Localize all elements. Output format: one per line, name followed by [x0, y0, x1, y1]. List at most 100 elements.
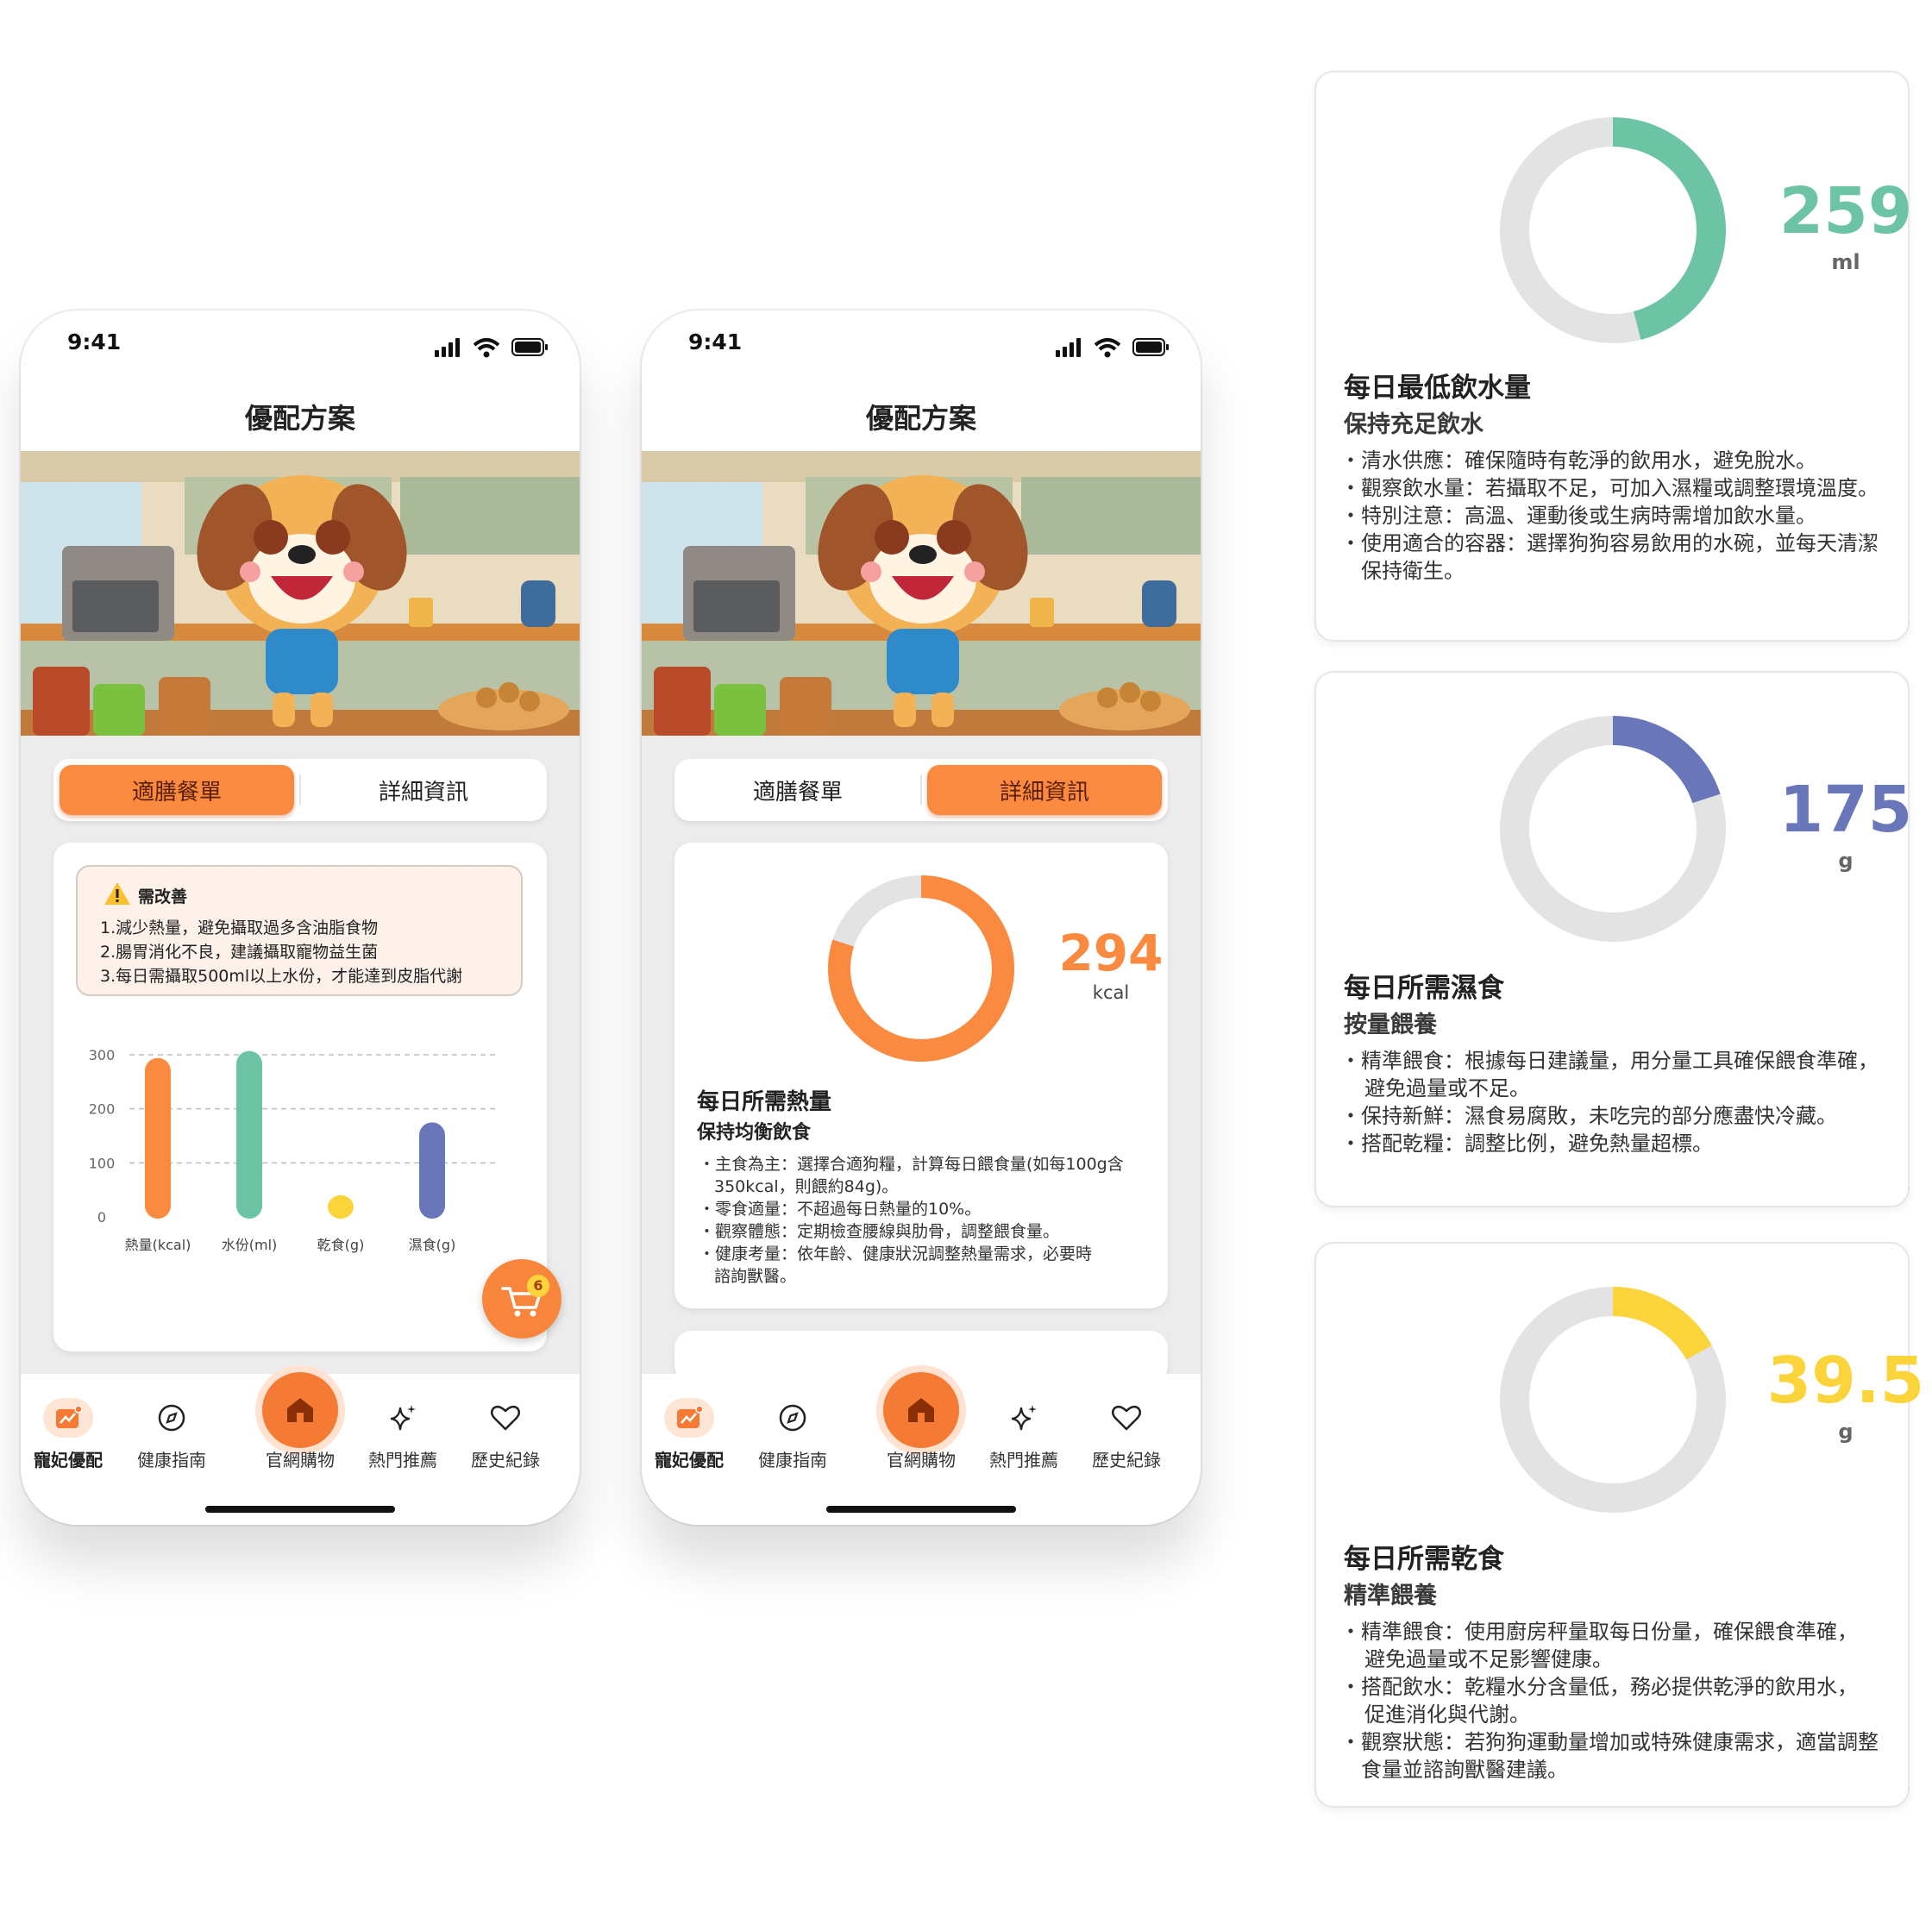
tab-divider — [299, 774, 301, 806]
wetfood-unit: g — [1838, 849, 1854, 873]
sparkle-icon — [378, 1398, 428, 1438]
wetfood-tip-2: ・保持新鮮：濕食易腐敗，未吃完的部分應盡快冷藏。 — [1340, 1104, 1837, 1128]
chart-icon — [664, 1398, 714, 1438]
wetfood-title: 每日所需濕食 — [1344, 973, 1504, 1004]
status-bar: 9:41 — [642, 310, 1201, 379]
bar — [145, 1057, 171, 1219]
calorie-tip-2: ・零食適量：不超過每日熱量的10%。 — [699, 1200, 982, 1219]
nav-item-guide[interactable]: 健康指南 — [745, 1391, 840, 1470]
nav-item-history[interactable]: 歷史紀錄 — [1079, 1391, 1174, 1470]
heart-icon — [480, 1398, 530, 1438]
alert-title: 需改善 — [138, 887, 188, 906]
dryfood-tip-1b: 避免過量或不足影響健康。 — [1364, 1647, 1613, 1671]
phone-details-screen: 9:41 優配方案 適膳餐單 詳細資訊 294 kcal 每日所需熱量 保持均衡… — [642, 310, 1201, 1525]
tab-divider — [920, 774, 922, 806]
nav-label: 歷史紀錄 — [1092, 1450, 1161, 1470]
bar — [328, 1194, 354, 1219]
nav-item-popular[interactable]: 熱門推薦 — [355, 1391, 450, 1470]
calorie-ring: 294 kcal — [826, 874, 1164, 1063]
water-subtitle: 保持充足飲水 — [1344, 411, 1484, 438]
alert-line-1: 1.減少熱量，避免攝取過多含油脂食物 — [100, 919, 379, 937]
wetfood-tip-1b: 避免過量或不足。 — [1364, 1076, 1530, 1100]
y-tick-label: 0 — [97, 1209, 106, 1226]
status-bar: 9:41 — [21, 310, 580, 379]
calorie-tip-1b: 350kcal，則餵約84g)。 — [714, 1177, 899, 1196]
x-tick-label: 乾食(g) — [317, 1237, 365, 1253]
water-title: 每日最低飲水量 — [1344, 373, 1531, 404]
nav-label: 寵妃優配 — [34, 1450, 103, 1470]
dryfood-ring: 39.5 g — [1496, 1283, 1924, 1516]
water-tip-3: ・特別注意：高溫、運動後或生病時需增加飲水量。 — [1340, 504, 1816, 528]
wetfood-value: 175 — [1778, 773, 1913, 847]
cart-count-badge: 6 — [527, 1275, 549, 1297]
x-tick-label: 水份(ml) — [222, 1237, 278, 1253]
nav-item-shop[interactable]: 官網購物 — [253, 1372, 348, 1470]
water-tip-2: ・觀察飲水量：若攝取不足，可加入濕糧或調整環境溫度。 — [1340, 476, 1879, 500]
cart-button[interactable]: 6 — [482, 1259, 561, 1339]
home-indicator — [205, 1506, 395, 1513]
improvement-alert: 需改善 1.減少熱量，避免攝取過多含油脂食物 2.腸胃消化不良，建議攝取寵物益生… — [76, 865, 523, 996]
nav-item-history[interactable]: 歷史紀錄 — [458, 1391, 553, 1470]
tab-details[interactable]: 詳細資訊 — [927, 765, 1162, 815]
water-card: 259 ml 每日最低飲水量 保持充足飲水 ・清水供應：確保隨時有乾淨的飲用水，… — [1314, 71, 1912, 642]
cart-icon — [501, 1287, 542, 1317]
water-ring: 259 ml — [1496, 114, 1912, 347]
tab-details[interactable]: 詳細資訊 — [306, 765, 541, 815]
calorie-tip-4: ・健康考量：依年齡、健康狀況調整熱量需求，必要時 — [699, 1245, 1093, 1263]
y-tick-label: 300 — [89, 1047, 116, 1063]
nav-item-guide[interactable]: 健康指南 — [124, 1391, 219, 1470]
phone-menu-screen: 9:41 優配方案 適膳餐單 詳細資訊 需改善 1.減少熱量，避免攝取過多含油脂… — [21, 310, 580, 1525]
wetfood-tip-3: ・搭配乾糧：調整比例，避免熱量超標。 — [1340, 1132, 1713, 1156]
dryfood-tip-3: ・觀察狀態：若狗狗運動量增加或特殊健康需求，適當調整 — [1340, 1730, 1879, 1754]
water-unit: ml — [1831, 250, 1860, 274]
nav-label: 健康指南 — [137, 1450, 206, 1470]
home-icon — [262, 1372, 338, 1448]
nav-item-popular[interactable]: 熱門推薦 — [976, 1391, 1071, 1470]
x-tick-label: 熱量(kcal) — [125, 1237, 191, 1253]
compass-icon — [768, 1398, 818, 1438]
dryfood-tip-1: ・精準餵食：使用廚房秤量取每日份量，確保餵食準確， — [1340, 1620, 1858, 1644]
hero-illustration — [21, 451, 580, 736]
water-tip-4: ・使用適合的容器：選擇狗狗容易飲用的水碗，並每天清潔 — [1340, 531, 1879, 555]
sparkle-icon — [999, 1398, 1049, 1438]
x-tick-label: 濕食(g) — [409, 1237, 456, 1253]
alert-line-2: 2.腸胃消化不良，建議攝取寵物益生菌 — [100, 943, 379, 962]
dryfood-tip-2: ・搭配飲水：乾糧水分含量低，務必提供乾淨的飲用水， — [1340, 1675, 1858, 1699]
wetfood-card: 175 g 每日所需濕食 按量餵養 ・精準餵食：根據每日建議量，用分量工具確保餵… — [1314, 671, 1912, 1207]
tab-menu[interactable]: 適膳餐單 — [681, 765, 915, 815]
calorie-value: 294 — [1058, 924, 1164, 982]
alert-line-3: 3.每日需攝取500ml以上水份，才能達到皮脂代謝 — [100, 967, 463, 986]
warning-icon — [104, 882, 130, 905]
water-tip-1: ・清水供應：確保隨時有乾淨的飲用水，避免脫水。 — [1340, 448, 1816, 473]
nutrition-bar-chart: 300 200 100 0 熱量(kcal) 水份(ml) 乾食(g) 濕食(g) — [89, 1047, 495, 1253]
calorie-unit: kcal — [1092, 982, 1130, 1003]
nav-label: 寵妃優配 — [655, 1450, 724, 1470]
status-time: 9:41 — [67, 329, 122, 354]
tab-bar: 適膳餐單 詳細資訊 — [53, 759, 547, 821]
dryfood-title: 每日所需乾食 — [1344, 1544, 1504, 1575]
bar — [419, 1122, 445, 1219]
nav-label: 官網購物 — [266, 1450, 335, 1470]
y-tick-label: 200 — [89, 1101, 116, 1118]
nav-item-shop[interactable]: 官網購物 — [874, 1372, 969, 1470]
nutrition-card: 需改善 1.減少熱量，避免攝取過多含油脂食物 2.腸胃消化不良，建議攝取寵物益生… — [53, 843, 547, 1351]
wetfood-tip-1: ・精準餵食：根據每日建議量，用分量工具確保餵食準確， — [1340, 1049, 1879, 1073]
dryfood-tip-3b: 食量並諮詢獸醫建議。 — [1361, 1758, 1568, 1782]
nav-label: 熱門推薦 — [989, 1450, 1058, 1470]
nav-label: 歷史紀錄 — [471, 1450, 540, 1470]
status-icons — [1056, 338, 1169, 358]
water-value: 259 — [1778, 174, 1913, 248]
y-tick-label: 100 — [89, 1155, 116, 1171]
nav-label: 健康指南 — [758, 1450, 827, 1470]
chart-icon — [43, 1398, 93, 1438]
wetfood-ring: 175 g — [1496, 712, 1912, 945]
nav-item-optimize[interactable]: 寵妃優配 — [642, 1391, 737, 1470]
tab-bar: 適膳餐單 詳細資訊 — [674, 759, 1168, 821]
tab-menu[interactable]: 適膳餐單 — [60, 765, 294, 815]
dryfood-tip-2b: 促進消化與代謝。 — [1364, 1702, 1530, 1727]
bottom-nav: 寵妃優配 健康指南 官網購物 熱門推薦 歷史紀錄 — [642, 1372, 1201, 1525]
nav-item-optimize[interactable]: 寵妃優配 — [21, 1391, 116, 1470]
status-icons — [435, 338, 548, 358]
calorie-title: 每日所需熱量 — [697, 1089, 832, 1115]
nav-label: 官網購物 — [887, 1450, 956, 1470]
